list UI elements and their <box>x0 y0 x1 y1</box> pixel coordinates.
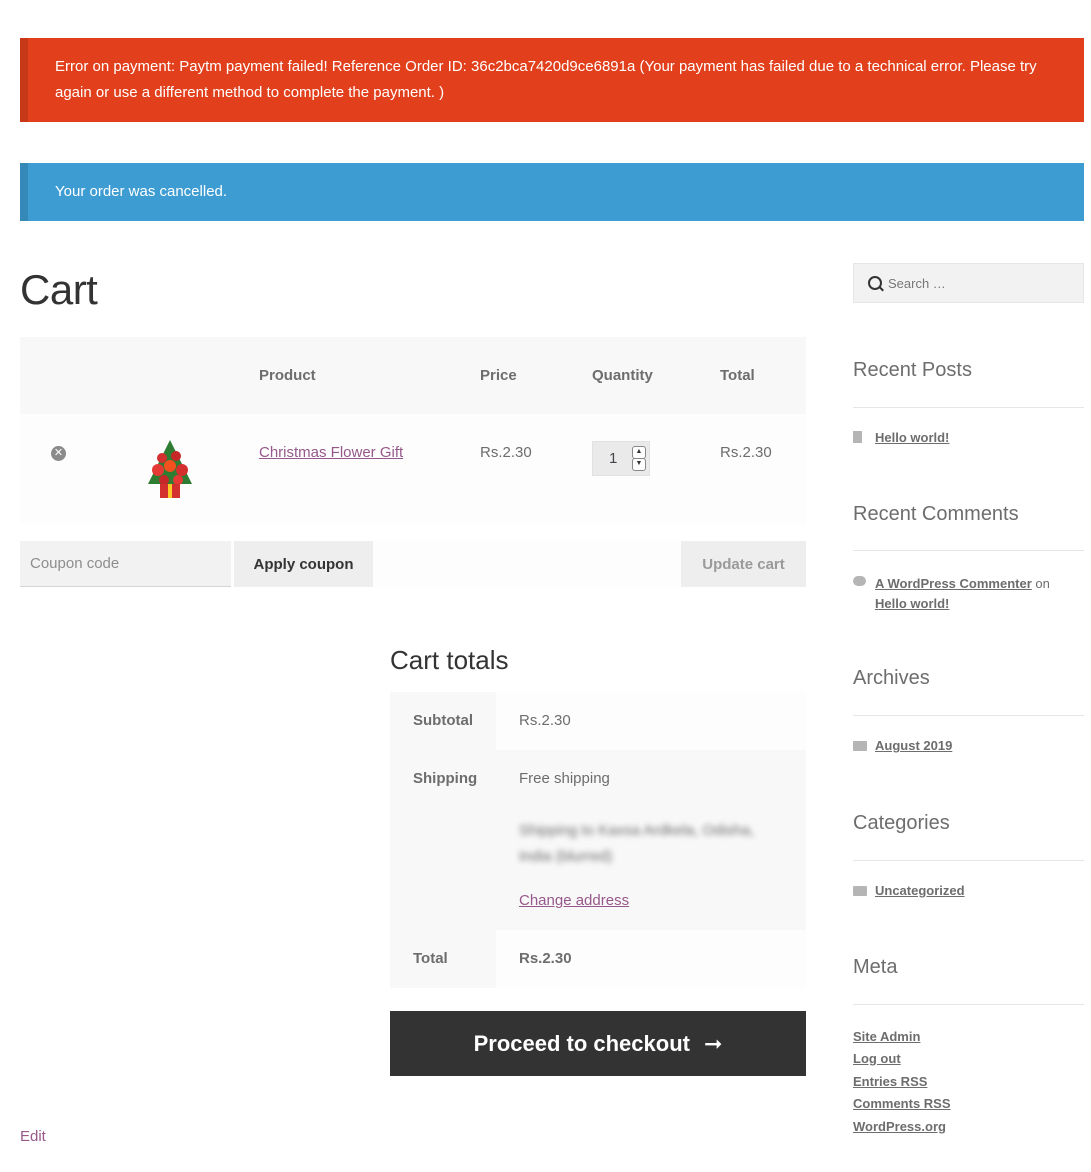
column-header-quantity: Quantity <box>592 367 653 384</box>
cart-item-row: ✕ Christmas Flower Gift Rs.2.30 1 ▲ ▼ Rs… <box>20 414 806 525</box>
item-price: Rs.2.30 <box>480 444 532 461</box>
divider <box>853 550 1084 551</box>
divider <box>853 715 1084 716</box>
comment-bubble-icon <box>853 576 866 586</box>
category-link[interactable]: Uncategorized <box>875 883 965 898</box>
change-address-link[interactable]: Change address <box>519 892 629 909</box>
meta-link-log-out[interactable]: Log out <box>853 1051 901 1066</box>
info-notice-text: Your order was cancelled. <box>55 183 228 200</box>
divider <box>853 407 1084 408</box>
info-notice: Your order was cancelled. <box>20 163 1084 221</box>
error-notice: Error on payment: Paytm payment failed! … <box>20 38 1084 122</box>
search-icon <box>868 276 882 290</box>
page-title: Cart <box>20 266 98 313</box>
column-header-total: Total <box>720 367 755 384</box>
recent-comment-item: A WordPress Commenter on Hello world! <box>875 574 1085 614</box>
total-value: Rs.2.30 <box>519 950 572 967</box>
comment-author-link[interactable]: A WordPress Commenter <box>875 576 1032 591</box>
product-link[interactable]: Christmas Flower Gift <box>259 444 403 461</box>
archives-title: Archives <box>853 667 930 689</box>
divider <box>853 860 1084 861</box>
archive-link[interactable]: August 2019 <box>875 738 952 753</box>
cart-table-header: Product Price Quantity Total <box>20 337 806 414</box>
total-label: Total <box>413 950 448 967</box>
meta-link-comments-rss[interactable]: Comments RSS <box>853 1096 951 1111</box>
shipping-label: Shipping <box>413 770 478 787</box>
subtotal-row: Subtotal Rs.2.30 <box>390 692 806 750</box>
comment-post-link[interactable]: Hello world! <box>875 596 949 611</box>
recent-post-link[interactable]: Hello world! <box>875 430 949 445</box>
error-notice-text: Error on payment: Paytm payment failed! … <box>55 58 1037 101</box>
shipping-row: Shipping Free shipping Shipping to Kaxsa… <box>390 750 806 930</box>
meta-link-wordpress-org[interactable]: WordPress.org <box>853 1119 946 1134</box>
column-header-price: Price <box>480 367 517 384</box>
quantity-stepper[interactable]: 1 ▲ ▼ <box>592 441 650 476</box>
recent-comments-title: Recent Comments <box>853 503 1019 525</box>
comment-on-text: on <box>1035 576 1050 591</box>
categories-title: Categories <box>853 812 950 834</box>
quantity-decrement-button[interactable]: ▼ <box>632 458 646 471</box>
cart-totals-title: Cart totals <box>390 645 509 675</box>
shipping-method: Free shipping <box>519 770 610 787</box>
column-header-product: Product <box>259 367 316 384</box>
checkout-label: Proceed to checkout <box>473 1031 690 1056</box>
meta-link-entries-rss[interactable]: Entries RSS <box>853 1074 927 1089</box>
meta-link-site-admin[interactable]: Site Admin <box>853 1029 920 1044</box>
product-thumbnail[interactable] <box>140 438 200 500</box>
edit-link[interactable]: Edit <box>20 1128 46 1145</box>
shipping-address: Shipping to Kaxsa Ardkela, Odisha, India… <box>519 822 755 865</box>
document-icon <box>853 431 862 443</box>
subtotal-label: Subtotal <box>413 712 473 729</box>
item-total: Rs.2.30 <box>720 444 772 461</box>
proceed-to-checkout-button[interactable]: Proceed to checkout ➞ <box>390 1011 806 1076</box>
arrow-right-icon: ➞ <box>703 1031 723 1056</box>
recent-posts-title: Recent Posts <box>853 359 972 381</box>
meta-title: Meta <box>853 956 898 978</box>
apply-coupon-button[interactable]: Apply coupon <box>234 541 373 587</box>
search-input[interactable] <box>888 264 1078 302</box>
folder-icon <box>853 741 867 751</box>
remove-icon: ✕ <box>53 447 64 459</box>
folder-icon <box>853 886 867 896</box>
quantity-value[interactable]: 1 <box>609 450 617 467</box>
cart-actions: Apply coupon Update cart <box>20 541 806 587</box>
divider <box>853 1004 1084 1005</box>
subtotal-value: Rs.2.30 <box>519 712 571 729</box>
update-cart-button[interactable]: Update cart <box>681 541 806 587</box>
search-form <box>853 263 1084 303</box>
coupon-code-input[interactable] <box>20 541 231 587</box>
remove-item-button[interactable]: ✕ <box>51 446 66 461</box>
order-total-row: Total Rs.2.30 <box>390 930 806 988</box>
